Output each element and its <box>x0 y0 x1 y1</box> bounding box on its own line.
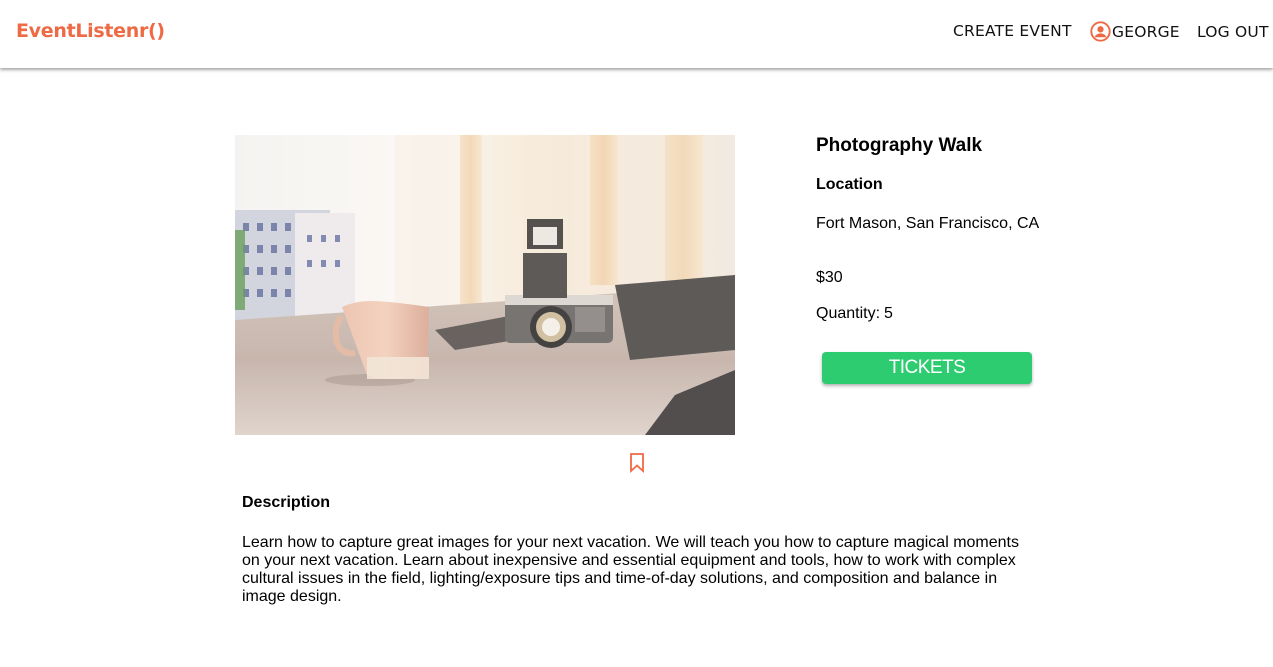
event-title: Photography Walk <box>816 135 983 156</box>
location-label: Location <box>816 176 883 193</box>
quantity-value: 5 <box>884 305 893 322</box>
quantity: Quantity: 5 <box>816 305 893 323</box>
bookmark-button[interactable] <box>627 452 647 474</box>
description-label: Description <box>242 494 331 511</box>
create-event-link[interactable]: CREATE EVENT <box>953 22 1072 40</box>
price: $30 <box>816 269 843 286</box>
brand-logo[interactable]: EventListenr() <box>16 20 165 42</box>
location-value: Fort Mason, San Francisco, CA <box>816 215 1040 232</box>
tickets-button[interactable]: TICKETS <box>822 352 1032 384</box>
event-photo <box>235 135 735 435</box>
quantity-label: Quantity: <box>816 305 881 322</box>
user-circle-icon <box>1090 21 1111 42</box>
user-menu[interactable]: GEORGE <box>1090 21 1180 42</box>
user-name: GEORGE <box>1112 22 1180 41</box>
logout-link[interactable]: LOG OUT <box>1197 23 1269 41</box>
navbar: EventListenr() CREATE EVENT GEORGE LOG O… <box>0 0 1273 68</box>
description-text: Learn how to capture great images for yo… <box>242 534 1019 605</box>
bookmark-icon <box>630 453 644 474</box>
